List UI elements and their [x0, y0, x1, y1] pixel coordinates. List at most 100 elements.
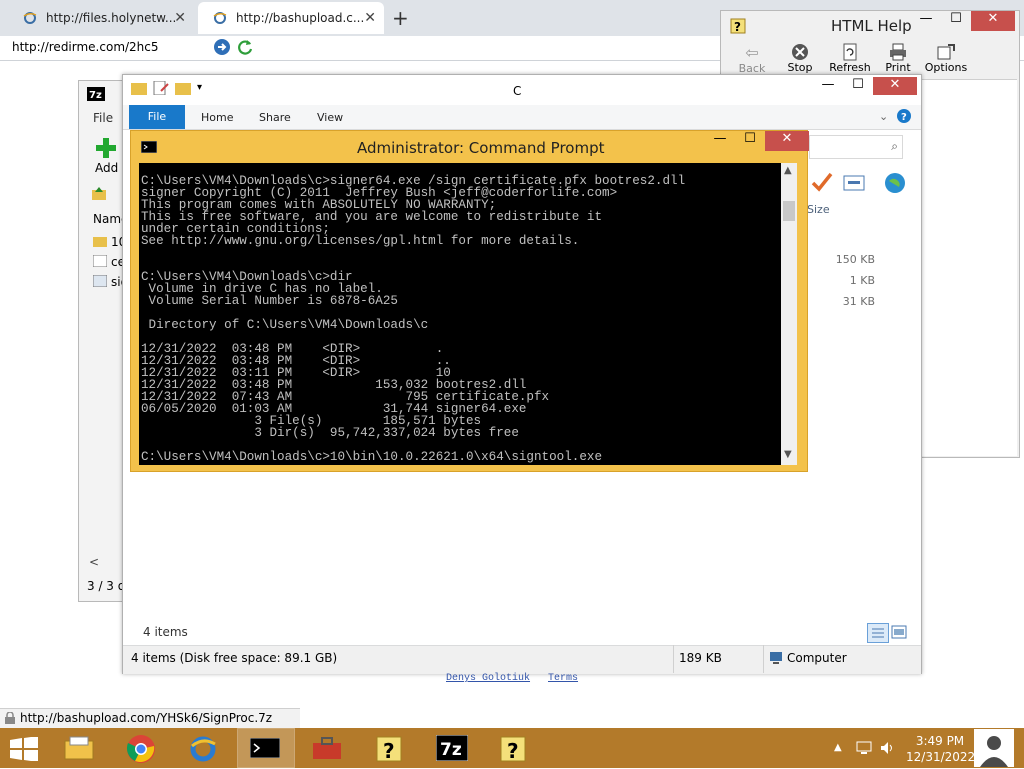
scroll-left-icon[interactable]: <: [89, 555, 99, 569]
cmd-window-controls: — ☐ ✕: [705, 131, 809, 151]
cmd-window-title: Administrator: Command Prompt: [357, 139, 605, 157]
file-explorer-icon: [52, 729, 108, 767]
help-window-controls: — ☐ ✕: [911, 11, 1015, 31]
7zip-file-menu[interactable]: File: [93, 111, 113, 125]
taskbar-toolbox[interactable]: [300, 729, 356, 767]
minimize-button[interactable]: —: [813, 77, 843, 95]
exe-icon: [93, 275, 107, 289]
search-icon: ⌕: [891, 139, 898, 153]
tab-share[interactable]: Share: [259, 111, 291, 124]
console-text: C:\Users\VM4\Downloads\c>signer64.exe /s…: [141, 174, 686, 464]
command-prompt-window: Administrator: Command Prompt — ☐ ✕ C:\U…: [130, 130, 809, 472]
tray-expand-chevron-icon[interactable]: ▲: [834, 742, 842, 753]
quick-access-toolbar: ▾: [131, 81, 202, 95]
help-options-button[interactable]: Options: [919, 43, 973, 74]
refresh-icon[interactable]: [236, 38, 254, 56]
taskbar-html-help-2[interactable]: ?: [486, 729, 542, 767]
size-column-header[interactable]: Size: [807, 203, 830, 216]
details-view-icon[interactable]: [867, 623, 889, 643]
search-input[interactable]: ⌕: [809, 135, 903, 159]
large-icons-view-icon[interactable]: [891, 625, 907, 639]
explorer-ribbon-tabs: File Home Share View ⌄ ?: [123, 105, 921, 130]
add-plus-icon[interactable]: [95, 137, 117, 159]
close-button[interactable]: ✕: [873, 77, 917, 95]
items-count: 4 items: [143, 625, 188, 639]
cmd-icon: [141, 141, 157, 153]
help-back-button[interactable]: ⇦ Back: [725, 43, 779, 75]
svg-text:?: ?: [507, 739, 519, 763]
ribbon-expand-chevron-icon[interactable]: ⌄: [879, 110, 888, 123]
volume-icon[interactable]: [880, 741, 896, 755]
ie-page-icon: [22, 10, 38, 26]
tab-view[interactable]: View: [317, 111, 343, 124]
status-divider: [673, 645, 674, 673]
status-location: Computer: [787, 651, 847, 665]
taskbar-html-help[interactable]: ?: [362, 729, 418, 767]
7zip-logo-icon: 7z: [87, 87, 105, 101]
taskbar-command-prompt[interactable]: [237, 728, 295, 768]
new-folder-icon[interactable]: [175, 81, 191, 95]
close-tab-icon[interactable]: ✕: [364, 10, 376, 26]
scroll-up-icon[interactable]: ▲: [784, 165, 792, 176]
maximize-button[interactable]: ☐: [941, 11, 971, 31]
rename-icon[interactable]: [843, 175, 865, 191]
go-arrow-icon[interactable]: [213, 38, 231, 56]
maximize-button[interactable]: ☐: [843, 77, 873, 95]
minimize-button[interactable]: —: [911, 11, 941, 31]
certificate-icon: [93, 255, 107, 269]
new-tab-button[interactable]: +: [392, 6, 409, 30]
chevron-down-icon[interactable]: ▾: [197, 81, 202, 95]
minimize-button[interactable]: —: [705, 131, 735, 151]
tab-file[interactable]: File: [129, 105, 185, 129]
add-button-label[interactable]: Add: [95, 161, 118, 175]
svg-text:7z: 7z: [440, 740, 462, 760]
author-link[interactable]: Denys Golotiuk: [446, 673, 530, 684]
7zip-status: 3 / 3 o: [87, 579, 126, 593]
taskbar-7zip[interactable]: 7z: [424, 729, 480, 767]
close-button[interactable]: ✕: [765, 131, 809, 151]
taskbar-chrome[interactable]: [114, 729, 170, 767]
close-button[interactable]: ✕: [971, 11, 1015, 31]
terms-link[interactable]: Terms: [548, 673, 578, 684]
clock-date[interactable]: 12/31/2022: [906, 750, 975, 764]
refresh-page-icon: [823, 43, 877, 61]
network-icon[interactable]: [856, 741, 872, 755]
status-selection-size: 189 KB: [679, 651, 722, 665]
status-disk-free: 4 items (Disk free space: 89.1 GB): [131, 651, 338, 665]
taskbar-internet-explorer[interactable]: [176, 729, 232, 767]
address-url[interactable]: http://redirme.com/2hc5: [12, 40, 159, 54]
options-icon: [919, 43, 973, 61]
printer-icon: [871, 43, 925, 61]
help-question-icon: ?: [729, 17, 747, 35]
help-stop-button[interactable]: Stop: [773, 43, 827, 74]
checkmark-icon[interactable]: [811, 171, 833, 193]
tab-home[interactable]: Home: [201, 111, 233, 124]
scroll-thumb[interactable]: [783, 201, 795, 221]
help-question-icon: ?: [486, 729, 542, 769]
globe-icon[interactable]: [883, 171, 907, 195]
help-print-button[interactable]: Print: [871, 43, 925, 74]
console-output[interactable]: C:\Users\VM4\Downloads\c>signer64.exe /s…: [139, 163, 781, 465]
maximize-button[interactable]: ☐: [735, 131, 765, 151]
properties-icon[interactable]: [153, 81, 169, 95]
help-refresh-button[interactable]: Refresh: [823, 43, 877, 74]
user-avatar[interactable]: [974, 729, 1014, 767]
start-button[interactable]: [0, 729, 56, 767]
console-scrollbar[interactable]: ▲ ▼: [781, 163, 797, 465]
clock-time[interactable]: 3:49 PM: [910, 734, 970, 748]
help-icon[interactable]: ?: [897, 109, 911, 123]
taskbar-file-explorer[interactable]: [52, 729, 108, 767]
browser-tab-bashupload[interactable]: http://bashupload.c... ✕: [198, 2, 384, 34]
file-size: 150 KB: [835, 253, 875, 266]
explorer-titlebar: [123, 75, 921, 105]
windows-logo-icon: [0, 729, 56, 769]
browser-tab-files[interactable]: http://files.holynetw... ✕: [8, 2, 194, 34]
folder-icon: [131, 81, 147, 95]
toolbox-icon: [300, 729, 356, 767]
up-folder-icon[interactable]: [91, 185, 107, 201]
close-tab-icon[interactable]: ✕: [174, 10, 186, 26]
tab-label: http://bashupload.c...: [236, 11, 365, 25]
folder-icon: [93, 235, 107, 249]
list-item[interactable]: ce: [93, 255, 125, 269]
scroll-down-icon[interactable]: ▼: [784, 449, 792, 460]
